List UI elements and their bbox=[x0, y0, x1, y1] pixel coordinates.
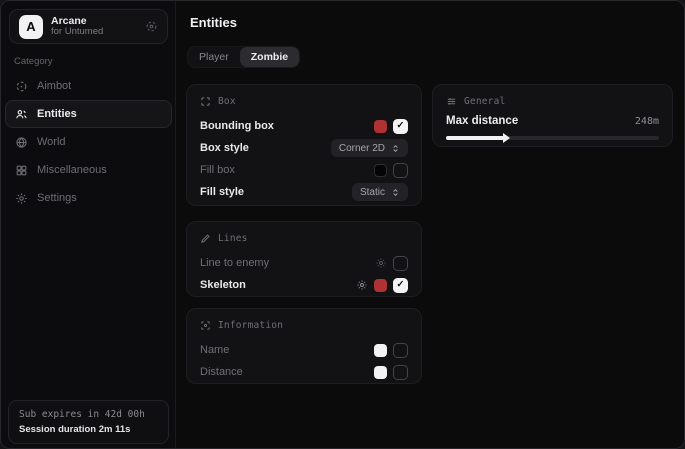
row-fill-box: Fill box bbox=[200, 159, 408, 181]
sidebar-nav: Aimbot Entities World Miscellaneous bbox=[5, 72, 172, 212]
row-label: Line to enemy bbox=[200, 257, 269, 269]
row-bounding-box: Bounding box bbox=[200, 115, 408, 137]
gear-icon bbox=[15, 192, 28, 205]
app-window: A Arcane for Untumed Category Aimbot bbox=[0, 0, 685, 449]
color-swatch-red[interactable] bbox=[374, 120, 387, 133]
line-settings-gear-icon[interactable] bbox=[375, 257, 387, 269]
section-title: Box bbox=[218, 96, 236, 107]
sidebar: A Arcane for Untumed Category Aimbot bbox=[1, 1, 176, 448]
sliders-icon bbox=[446, 96, 457, 107]
subscription-card: Sub expires in 42d 00h Session duration … bbox=[8, 400, 169, 444]
tab-player[interactable]: Player bbox=[188, 47, 240, 67]
lines-section: Lines Line to enemy Skeleton bbox=[186, 221, 422, 297]
session-duration-text: Session duration 2m 11s bbox=[19, 424, 158, 435]
row-label: Box style bbox=[200, 142, 249, 154]
fill-style-dropdown[interactable]: Static bbox=[352, 183, 408, 201]
color-swatch-black[interactable] bbox=[374, 164, 387, 177]
box-section: Box Bounding box Box style Corner 2D bbox=[186, 84, 422, 206]
row-label: Fill box bbox=[200, 164, 235, 176]
slider-fill bbox=[446, 136, 505, 140]
crosshair-icon bbox=[15, 80, 28, 93]
row-skeleton: Skeleton bbox=[200, 274, 408, 296]
grid-icon bbox=[15, 164, 28, 177]
sidebar-item-aimbot[interactable]: Aimbot bbox=[5, 72, 172, 100]
chevron-up-down-icon bbox=[391, 188, 400, 197]
skeleton-settings-gear-icon[interactable] bbox=[356, 279, 368, 291]
sub-expiry-text: Sub expires in 42d 00h bbox=[19, 409, 158, 420]
sidebar-item-entities[interactable]: Entities bbox=[5, 100, 172, 128]
row-name: Name bbox=[200, 339, 408, 361]
sidebar-item-world[interactable]: World bbox=[5, 128, 172, 156]
globe-icon bbox=[15, 136, 28, 149]
box-section-header: Box bbox=[200, 94, 408, 108]
entities-icon bbox=[15, 108, 28, 121]
dropdown-value: Static bbox=[360, 187, 385, 198]
pencil-icon bbox=[200, 233, 211, 244]
entity-tabs: Player Zombie bbox=[187, 46, 300, 68]
scan-icon bbox=[200, 96, 211, 107]
page-title: Entities bbox=[190, 15, 237, 30]
row-label: Distance bbox=[200, 366, 243, 378]
brand-text: Arcane for Untumed bbox=[51, 15, 103, 38]
row-label: Name bbox=[200, 344, 229, 356]
row-line-to-enemy: Line to enemy bbox=[200, 252, 408, 274]
sidebar-item-label: Aimbot bbox=[37, 80, 71, 92]
line-to-enemy-checkbox[interactable] bbox=[393, 256, 408, 271]
information-section-header: Information bbox=[200, 318, 408, 332]
skeleton-checkbox[interactable] bbox=[393, 278, 408, 293]
sidebar-item-settings[interactable]: Settings bbox=[5, 184, 172, 212]
information-section: Information Name Distance bbox=[186, 308, 422, 384]
bounding-box-checkbox[interactable] bbox=[393, 119, 408, 134]
fill-box-checkbox[interactable] bbox=[393, 163, 408, 178]
box-style-dropdown[interactable]: Corner 2D bbox=[331, 139, 408, 157]
row-distance: Distance bbox=[200, 361, 408, 383]
dropdown-value: Corner 2D bbox=[339, 143, 385, 154]
sidebar-item-label: Miscellaneous bbox=[37, 164, 107, 176]
color-swatch-red[interactable] bbox=[374, 279, 387, 292]
section-title: Lines bbox=[218, 233, 248, 244]
max-distance-row: Max distance 248m bbox=[446, 115, 659, 127]
sidebar-item-label: World bbox=[37, 136, 66, 148]
chevron-up-down-icon bbox=[391, 144, 400, 153]
color-swatch-white[interactable] bbox=[374, 366, 387, 379]
category-label: Category bbox=[14, 56, 53, 67]
row-label: Skeleton bbox=[200, 279, 246, 291]
lines-section-header: Lines bbox=[200, 231, 408, 245]
row-fill-style: Fill style Static bbox=[200, 181, 408, 203]
app-logo: A bbox=[19, 15, 43, 39]
row-box-style: Box style Corner 2D bbox=[200, 137, 408, 159]
focus-icon bbox=[200, 320, 211, 331]
row-label: Bounding box bbox=[200, 120, 274, 132]
section-title: Information bbox=[218, 320, 283, 331]
slider-thumb[interactable] bbox=[503, 133, 510, 143]
app-subtitle: for Untumed bbox=[51, 27, 103, 38]
name-checkbox[interactable] bbox=[393, 343, 408, 358]
distance-checkbox[interactable] bbox=[393, 365, 408, 380]
row-label: Fill style bbox=[200, 186, 244, 198]
section-title: General bbox=[464, 96, 505, 107]
max-distance-value: 248m bbox=[635, 116, 659, 127]
general-section: General Max distance 248m bbox=[432, 84, 673, 147]
sidebar-item-label: Entities bbox=[37, 108, 77, 120]
sidebar-item-miscellaneous[interactable]: Miscellaneous bbox=[5, 156, 172, 184]
color-swatch-white[interactable] bbox=[374, 344, 387, 357]
general-section-header: General bbox=[446, 94, 659, 108]
max-distance-label: Max distance bbox=[446, 115, 518, 127]
tab-zombie[interactable]: Zombie bbox=[240, 47, 299, 67]
sync-icon[interactable] bbox=[145, 20, 158, 33]
main-panel: Entities Player Zombie Box Bounding box bbox=[176, 1, 684, 448]
sidebar-item-label: Settings bbox=[37, 192, 77, 204]
brand-card: A Arcane for Untumed bbox=[9, 9, 168, 44]
max-distance-slider[interactable] bbox=[446, 136, 659, 140]
